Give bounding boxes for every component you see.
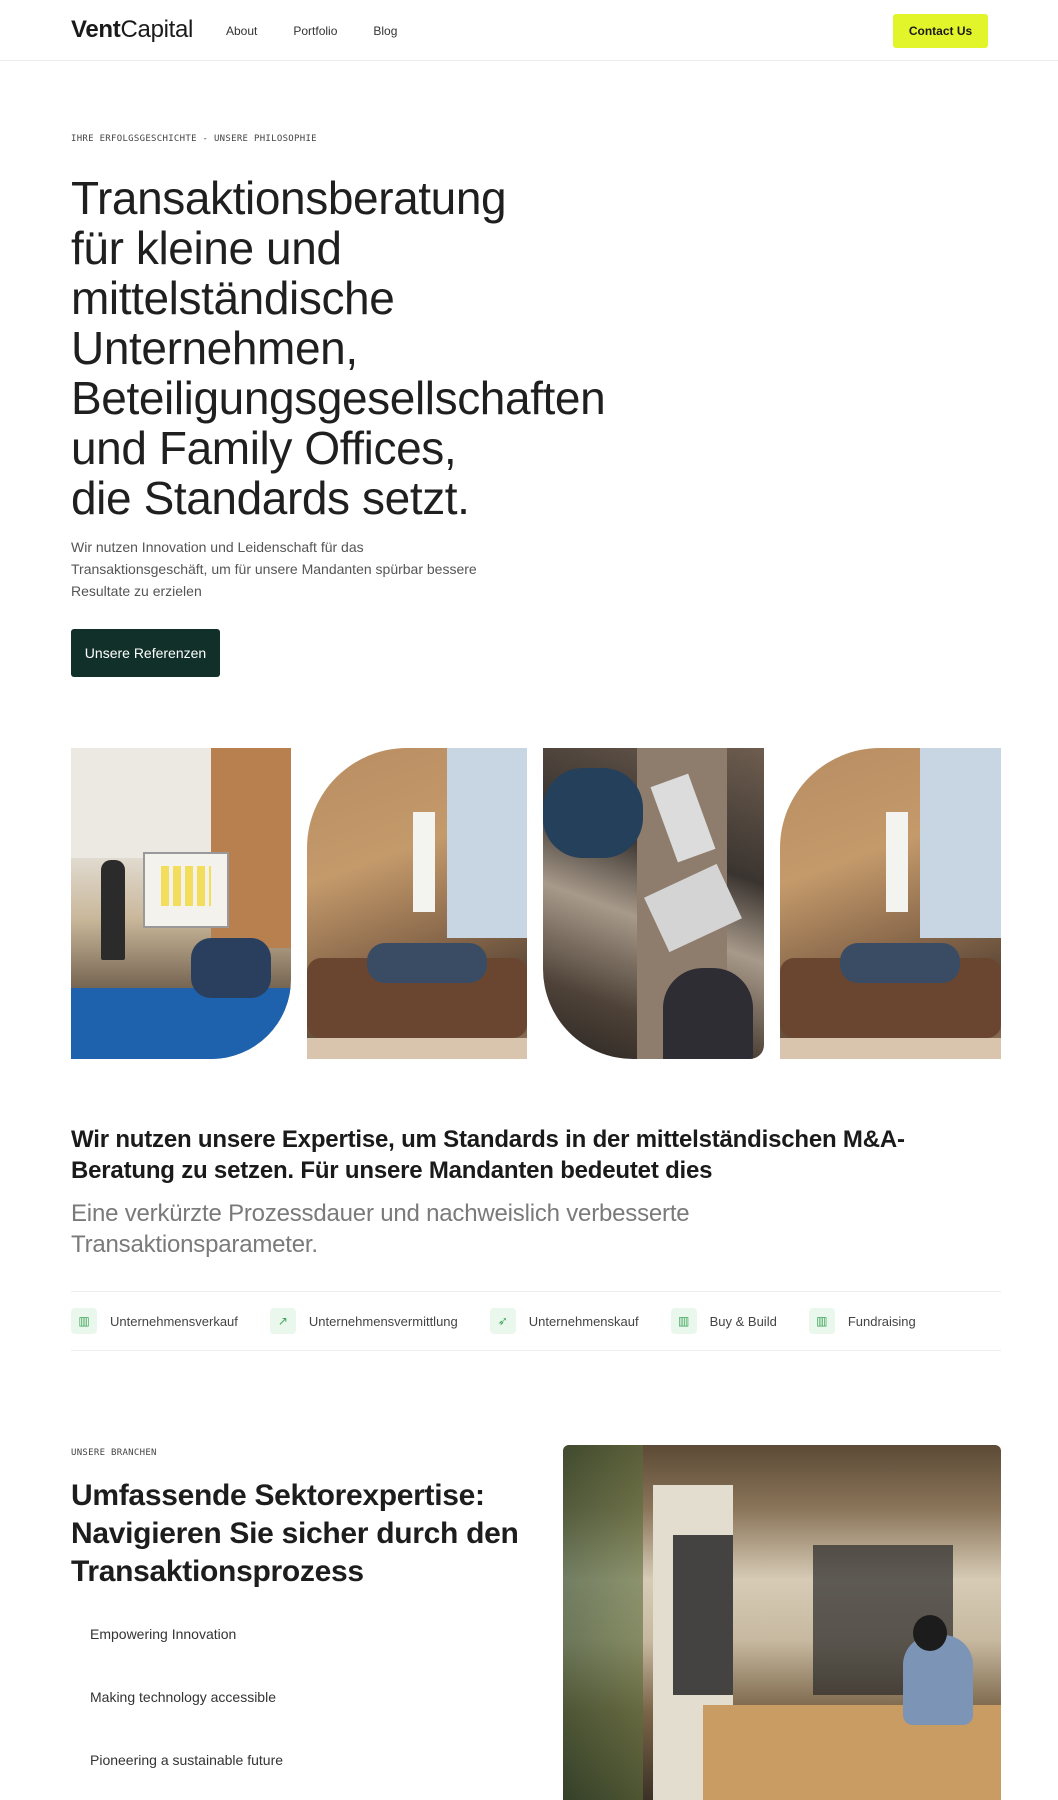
logo[interactable]: VentCapital: [71, 16, 193, 44]
hero-eyebrow: IHRE ERFOLGSGESCHICHTE - UNSERE PHILOSOP…: [71, 134, 317, 144]
gallery-photo-laptops-desk: [543, 748, 764, 1059]
hero-subtitle: Wir nutzen Innovation und Leidenschaft f…: [71, 539, 477, 599]
nav-link-about[interactable]: About: [226, 24, 257, 38]
hero-title-line: mittelständische: [71, 272, 395, 324]
logo-bold: Vent: [71, 16, 121, 43]
service-item[interactable]: ↗ Unternehmensvermittlung: [269, 1308, 458, 1334]
service-label: Unternehmensvermittlung: [308, 1313, 458, 1329]
service-label: Fundraising: [847, 1313, 916, 1329]
building-icon: ▥: [808, 1308, 835, 1334]
top-navigation: VentCapital About Portfolio Blog Contact…: [0, 0, 1058, 61]
sector-item[interactable]: Pioneering a sustainable future: [90, 1752, 283, 1768]
expertise-title: Wir nutzen unsere Expertise, um Standard…: [71, 1126, 905, 1184]
hero-title-line: und Family Offices,: [71, 422, 457, 474]
rocket-icon: ➶: [489, 1308, 516, 1334]
service-item[interactable]: ▥ Unternehmensverkauf: [71, 1308, 238, 1334]
sectors-eyebrow: UNSERE BRANCHEN: [71, 1448, 157, 1458]
gallery-photo-team-lounge-2: [780, 748, 1001, 1059]
hero-title: Transaktionsberatung für kleine und mitt…: [71, 173, 691, 523]
service-label: Unternehmenskauf: [528, 1313, 639, 1329]
nav-links: About Portfolio Blog: [226, 24, 433, 38]
service-item[interactable]: ➶ Unternehmenskauf: [489, 1308, 639, 1334]
contact-us-button[interactable]: Contact Us: [893, 14, 988, 48]
service-item[interactable]: ▥ Buy & Build: [670, 1308, 777, 1334]
references-button[interactable]: Unsere Referenzen: [71, 629, 220, 677]
services-bar: ▥ Unternehmensverkauf ↗ Unternehmensverm…: [71, 1291, 1001, 1351]
gallery-photo-team-lounge: [307, 748, 527, 1059]
nav-link-portfolio[interactable]: Portfolio: [293, 24, 337, 38]
hero-title-line: Transaktionsberatung: [71, 172, 507, 224]
expertise-subtitle: Eine verkürzte Prozessdauer und nachweis…: [71, 1200, 690, 1258]
trend-up-icon: ↗: [269, 1308, 296, 1334]
sectors-photo-workspace: [563, 1445, 1001, 1800]
nav-link-blog[interactable]: Blog: [373, 24, 397, 38]
service-label: Buy & Build: [709, 1313, 777, 1329]
sector-item[interactable]: Making technology accessible: [90, 1689, 276, 1705]
building-icon: ▥: [71, 1308, 97, 1334]
service-label: Unternehmensverkauf: [110, 1313, 238, 1329]
hero-title-line: die Standards setzt.: [71, 472, 470, 524]
logo-light: Capital: [120, 16, 194, 43]
building-icon: ▥: [670, 1308, 697, 1334]
hero-title-line: Unternehmen,: [71, 322, 358, 374]
hero-title-line: für kleine und: [71, 222, 342, 274]
service-item[interactable]: ▥ Fundraising: [808, 1308, 916, 1334]
gallery-photo-whiteboard-meeting: [71, 748, 291, 1059]
sectors-title: Umfassende Sektorexpertise: Navigieren S…: [71, 1479, 519, 1588]
sector-item[interactable]: Empowering Innovation: [90, 1626, 236, 1642]
hero-title-line: Beteiligungsgesellschaften: [71, 372, 606, 424]
